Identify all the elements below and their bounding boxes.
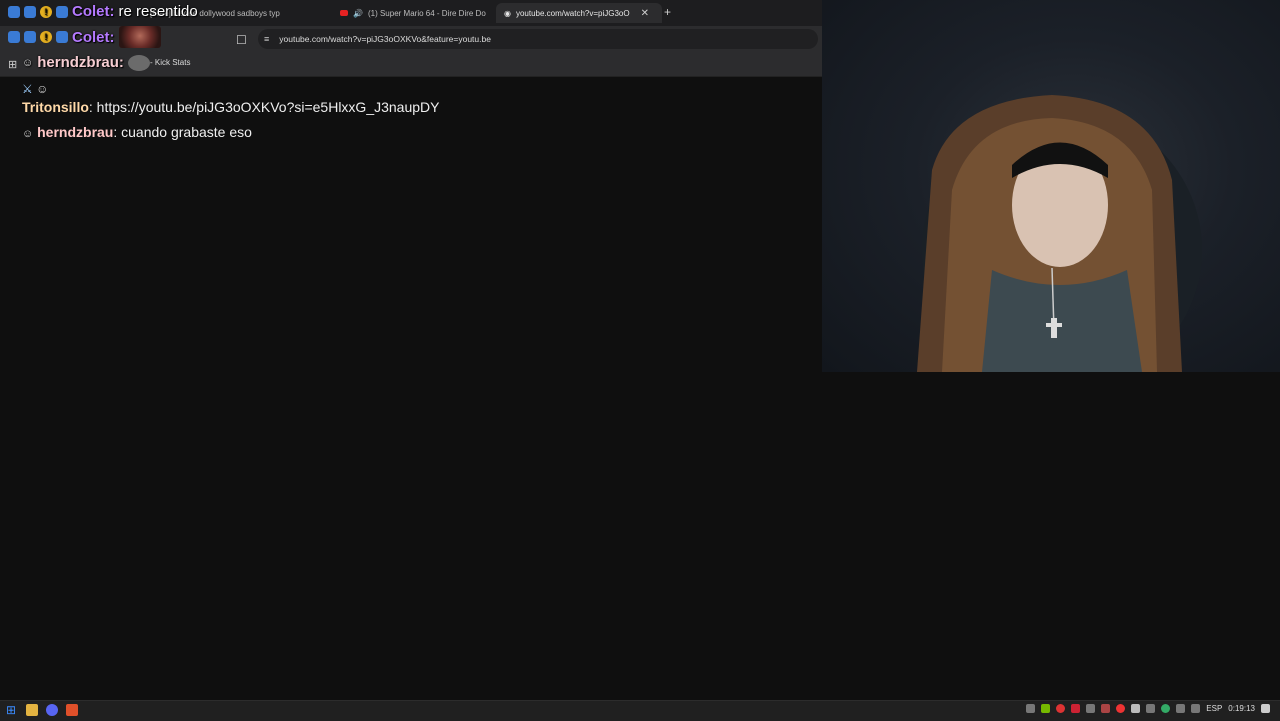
tray-icon[interactable] bbox=[1071, 704, 1081, 713]
nvidia-icon[interactable] bbox=[1041, 704, 1051, 713]
tab-label: youtube.com/watch?v=piJG3oO bbox=[515, 8, 630, 18]
url-text: youtube.com/watch?v=piJG3oOXKVo&feature=… bbox=[279, 34, 491, 44]
chat-badges-row: ⚔ ☺ bbox=[22, 82, 442, 96]
overlay-line-3: ☺ herndzbrau: bbox=[22, 54, 150, 71]
sub-badge-icon bbox=[8, 31, 20, 43]
tray-icon[interactable] bbox=[1101, 704, 1111, 713]
sub-badge-icon bbox=[24, 31, 36, 43]
chat-username: Tritonsillo bbox=[22, 99, 89, 115]
chat-text: : https://youtu.be/piJG3oOXKVo?si=e5Hlxx… bbox=[88, 99, 440, 115]
overlay-line-1: ! Colet: re resentido bbox=[8, 3, 198, 20]
tab-youtube-link[interactable]: ◉ youtube.com/watch?v=piJG3oO ✕ bbox=[496, 3, 662, 23]
network-icon[interactable] bbox=[1176, 704, 1186, 713]
address-bar[interactable]: ≡ youtube.com/watch?v=piJG3oOXKVo&featur… bbox=[258, 29, 818, 49]
tray-icon[interactable] bbox=[1131, 704, 1141, 713]
tray-icon[interactable] bbox=[1086, 704, 1096, 713]
chat-text: : cuando grabaste eso bbox=[113, 124, 252, 140]
overlay-username: herndzbrau: bbox=[37, 54, 124, 71]
chat-username: herndzbrau bbox=[37, 124, 114, 140]
tray-icon[interactable] bbox=[1026, 704, 1036, 713]
clock[interactable]: 0:19:13 bbox=[1228, 704, 1255, 713]
overlay-username: Colet: bbox=[72, 28, 115, 46]
close-tab-icon[interactable]: ✕ bbox=[641, 8, 649, 19]
tray-icon[interactable] bbox=[1161, 704, 1171, 713]
sword-icon: ⚔ bbox=[22, 82, 33, 96]
brave-browser-icon[interactable] bbox=[66, 704, 78, 716]
emote-icon: ☺ bbox=[22, 56, 34, 69]
bookmark-icon[interactable]: ☐ bbox=[236, 33, 247, 47]
apps-grid-icon[interactable]: ⊞ bbox=[8, 58, 17, 71]
youtube-icon bbox=[340, 10, 348, 16]
overlay-message: re resentido bbox=[118, 3, 198, 20]
language-indicator[interactable]: ESP bbox=[1206, 704, 1222, 713]
chat-message: ☺ herndzbrau: cuando grabaste eso bbox=[22, 121, 442, 145]
sub-badge-icon bbox=[24, 5, 36, 18]
chat-message: Tritonsillo: https://youtu.be/piJG3oOXKV… bbox=[22, 96, 442, 118]
notifications-icon[interactable] bbox=[1261, 704, 1270, 713]
discord-icon[interactable] bbox=[46, 704, 58, 716]
file-explorer-icon[interactable] bbox=[26, 704, 38, 716]
overlay-line-2: ! Colet: bbox=[8, 26, 161, 48]
windows-start-icon[interactable]: ⊞ bbox=[6, 704, 18, 716]
emote-image bbox=[118, 26, 161, 48]
chat-panel: ⚔ ☺ Tritonsillo: https://youtu.be/piJG3o… bbox=[22, 82, 442, 145]
chat-badge-icon bbox=[56, 5, 68, 18]
overlay-username: Colet: bbox=[72, 3, 115, 20]
webcam-person-image bbox=[917, 95, 1202, 372]
emote-icon: ☺ bbox=[22, 128, 34, 140]
webcam-feed bbox=[822, 0, 1280, 372]
emote-image bbox=[127, 54, 150, 71]
tab-label: (1) Super Mario 64 - Dire Dire Do bbox=[367, 8, 486, 18]
speaker-icon: 🔊 bbox=[353, 8, 363, 18]
chat-badge-icon bbox=[56, 31, 68, 43]
tab-mario[interactable]: 🔊 (1) Super Mario 64 - Dire Dire Do bbox=[340, 3, 486, 23]
tray-icon[interactable] bbox=[1116, 704, 1126, 713]
site-info-icon[interactable]: ≡ bbox=[264, 34, 269, 44]
gift-badge-icon: ! bbox=[40, 31, 52, 43]
new-tab-button[interactable]: + bbox=[664, 5, 671, 19]
gift-badge-icon: ! bbox=[40, 5, 52, 18]
sub-badge-icon bbox=[8, 5, 20, 18]
tray-icon[interactable] bbox=[1056, 704, 1066, 713]
microphone-icon[interactable] bbox=[1146, 704, 1156, 713]
windows-taskbar: ⊞ ESP 0:19:13 bbox=[0, 700, 1280, 721]
emote-icon: ☺ bbox=[36, 82, 49, 96]
volume-icon[interactable] bbox=[1191, 704, 1201, 713]
bookmark-kick-stats[interactable]: - Kick Stats bbox=[150, 58, 190, 67]
globe-icon: ◉ bbox=[504, 8, 511, 18]
